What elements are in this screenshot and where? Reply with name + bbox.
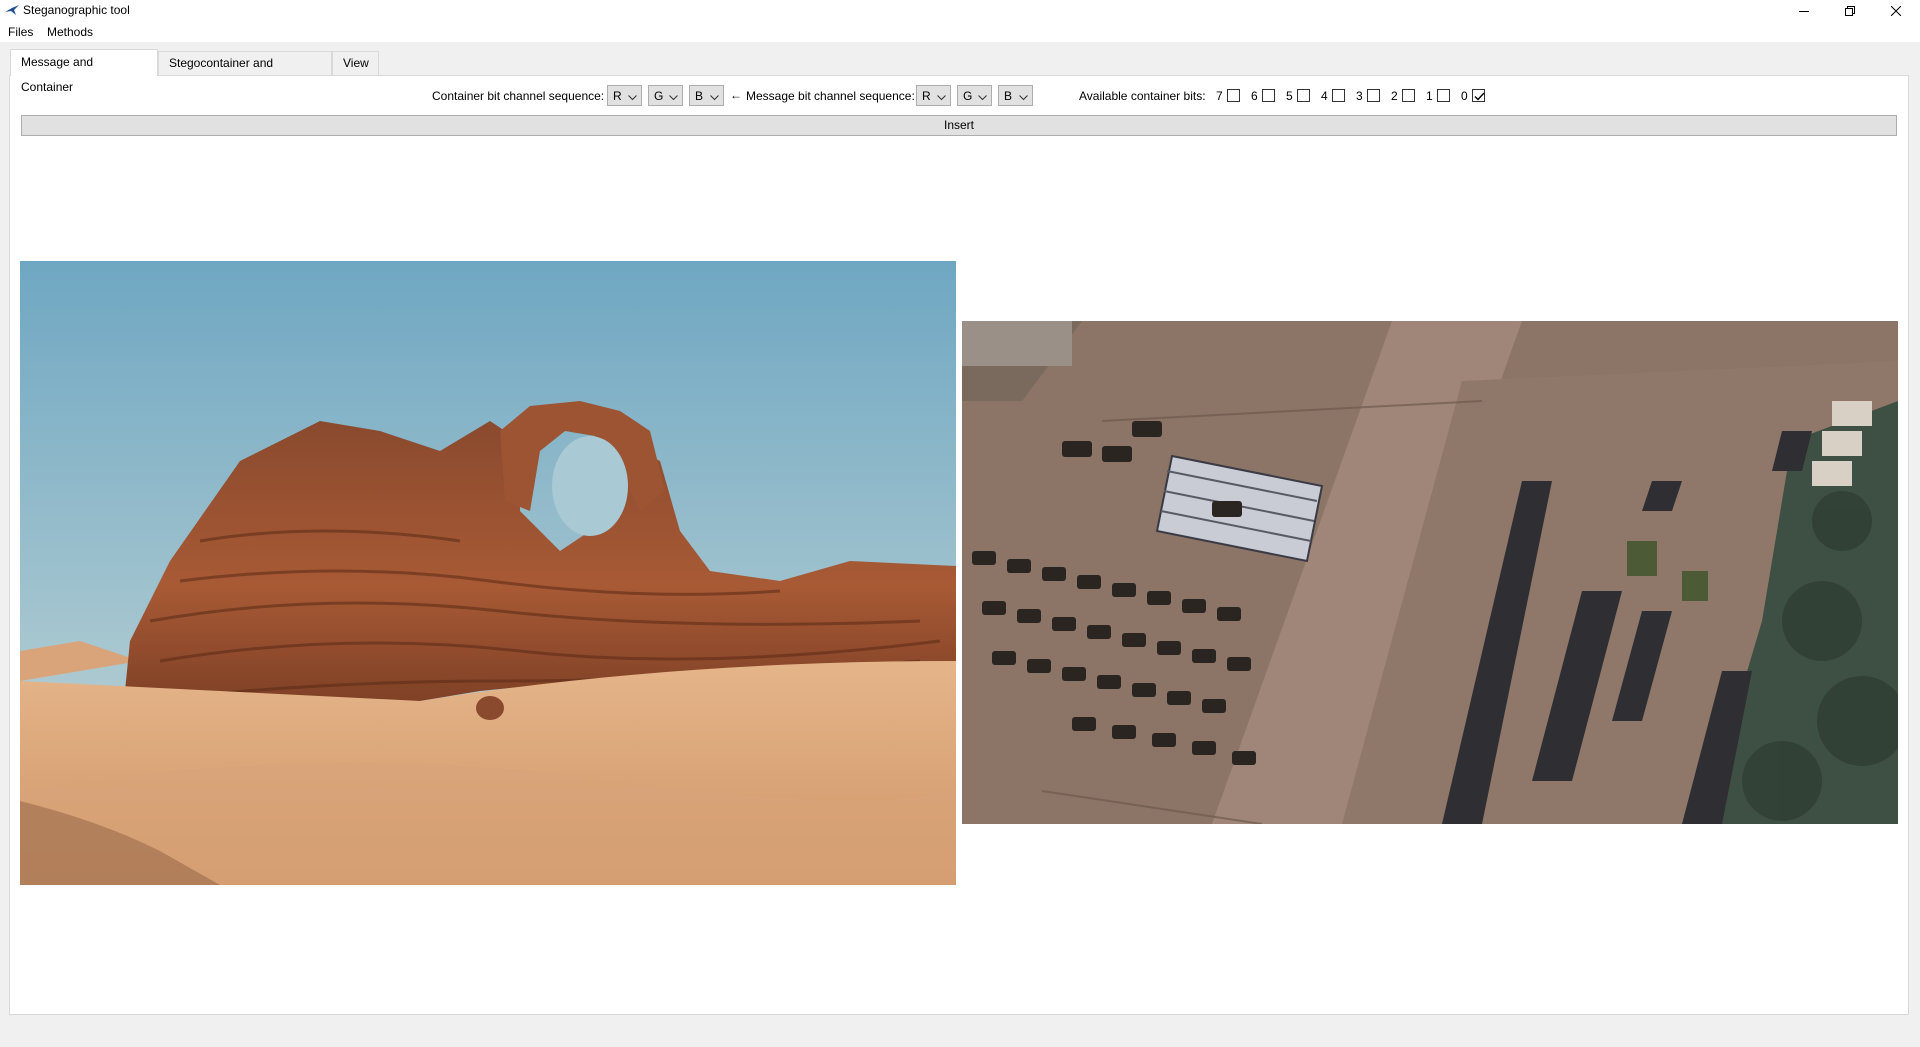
chevron-down-icon <box>1019 91 1028 101</box>
close-icon <box>1891 6 1901 16</box>
bit-1-checkbox[interactable] <box>1437 89 1450 102</box>
bit-0-label: 0 <box>1461 89 1468 103</box>
bit-2-checkbox[interactable] <box>1402 89 1415 102</box>
bit-5-checkbox[interactable] <box>1297 89 1310 102</box>
title-bar: Steganographic tool <box>0 0 1920 22</box>
menu-bar: Files Methods <box>0 22 1920 42</box>
container-sequence-label: Container bit channel sequence: <box>432 89 605 103</box>
message-image <box>962 321 1898 824</box>
container-channel-2-value: G <box>654 89 664 103</box>
chevron-down-icon <box>978 91 987 101</box>
message-channel-1-value: R <box>922 89 931 103</box>
left-arrow-icon: ← <box>730 88 742 102</box>
bit-4-checkbox[interactable] <box>1332 89 1345 102</box>
close-button[interactable] <box>1873 0 1919 22</box>
tab-stegocontainer-and-statistics[interactable]: Stegocontainer and Statistics <box>158 51 332 93</box>
message-channel-3-select[interactable]: B <box>998 85 1033 106</box>
message-channel-3-value: B <box>1004 89 1013 103</box>
restore-button[interactable] <box>1827 0 1873 22</box>
bit-7-checkbox[interactable] <box>1227 89 1240 102</box>
insert-button[interactable]: Insert <box>21 115 1897 136</box>
bit-6-checkbox[interactable] <box>1262 89 1275 102</box>
available-bits-label: Available container bits: <box>1079 89 1206 103</box>
tab-view[interactable]: View <box>332 51 379 75</box>
container-channel-3-value: B <box>695 89 704 103</box>
minimize-icon <box>1799 6 1809 16</box>
container-channel-3-select[interactable]: B <box>689 85 724 106</box>
chevron-down-icon <box>710 91 719 101</box>
message-channel-2-select[interactable]: G <box>957 85 992 106</box>
menu-methods[interactable]: Methods <box>47 25 93 39</box>
bit-5-label: 5 <box>1286 89 1293 103</box>
message-channel-2-value: G <box>963 89 973 103</box>
chevron-down-icon <box>628 91 637 101</box>
minimize-button[interactable] <box>1781 0 1827 22</box>
status-bar <box>0 1015 1920 1047</box>
message-channel-1-select[interactable]: R <box>916 85 951 106</box>
chevron-down-icon <box>937 91 946 101</box>
bit-3-label: 3 <box>1356 89 1363 103</box>
bird-app-icon <box>4 3 20 17</box>
message-sequence-label: Message bit channel sequence: <box>746 89 915 103</box>
bit-0-checkbox[interactable] <box>1472 89 1485 102</box>
desert-arch-photo <box>20 261 956 885</box>
container-image <box>20 261 956 885</box>
menu-files[interactable]: Files <box>8 25 33 39</box>
restore-icon <box>1845 6 1855 16</box>
chevron-down-icon <box>669 91 678 101</box>
bit-6-label: 6 <box>1251 89 1258 103</box>
container-channel-2-select[interactable]: G <box>648 85 683 106</box>
bit-7-label: 7 <box>1216 89 1223 103</box>
window-title: Steganographic tool <box>23 3 130 17</box>
bit-1-label: 1 <box>1426 89 1433 103</box>
container-channel-1-select[interactable]: R <box>607 85 642 106</box>
aerial-vehicle-yard-photo <box>962 321 1898 824</box>
tab-message-and-container[interactable]: Message and Container <box>10 49 158 94</box>
bit-4-label: 4 <box>1321 89 1328 103</box>
container-channel-1-value: R <box>613 89 622 103</box>
bit-2-label: 2 <box>1391 89 1398 103</box>
bit-3-checkbox[interactable] <box>1367 89 1380 102</box>
